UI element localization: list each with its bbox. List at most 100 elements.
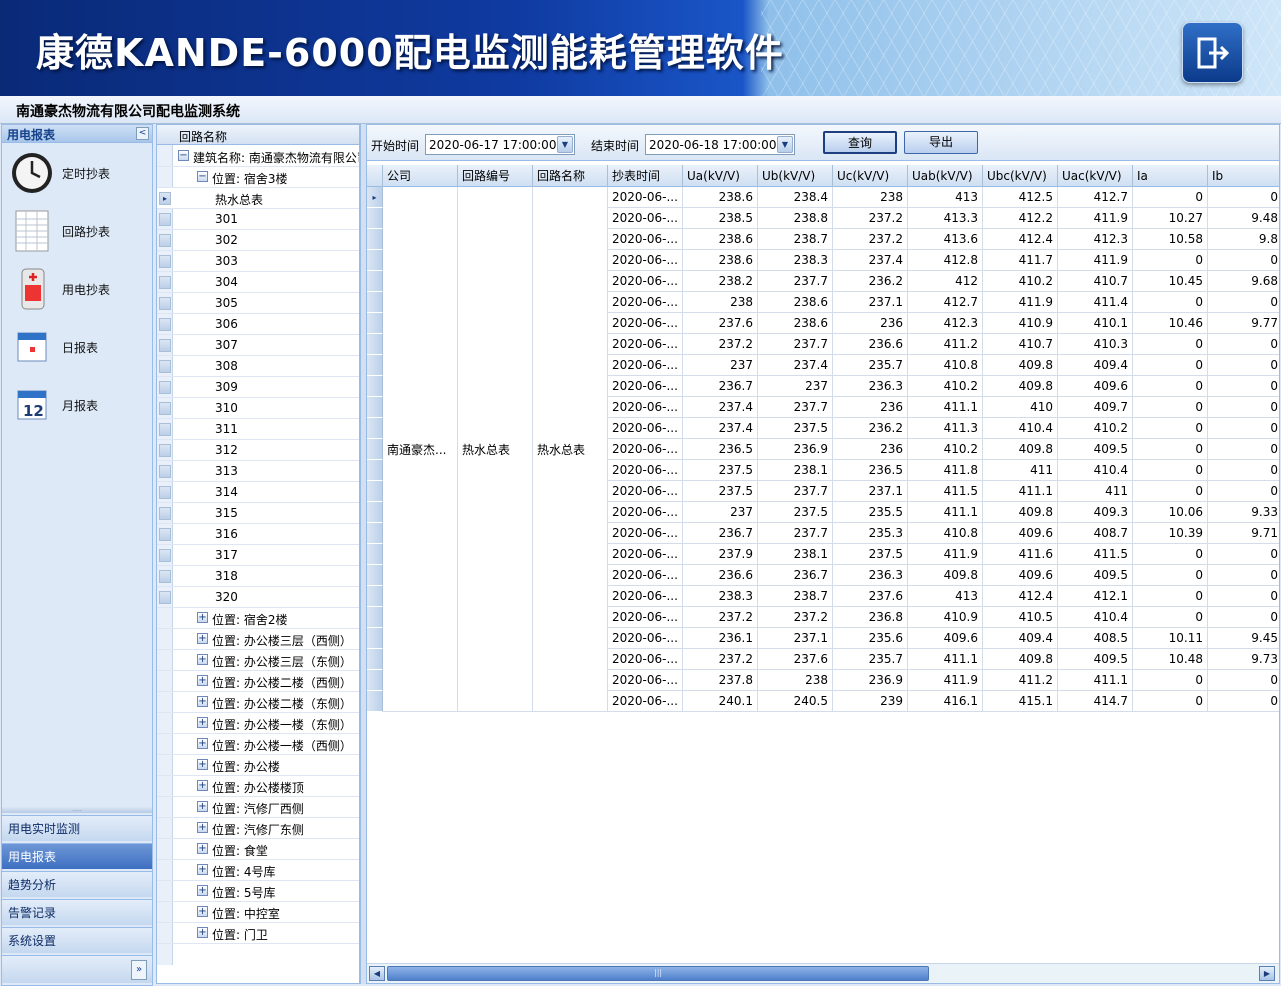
expand-icon[interactable]: + (197, 759, 208, 770)
column-header[interactable]: 回路编号 (458, 165, 533, 187)
table-row[interactable]: 2020-06-... 238.3 238.7 237.6 413 412.4 412.1 0… (608, 586, 1279, 607)
tree-node-location[interactable]: + 位置: 门卫 (157, 923, 359, 944)
expand-icon[interactable]: + (197, 633, 208, 644)
row-selector[interactable] (367, 355, 383, 376)
more-sections-button[interactable]: » (131, 960, 147, 980)
tree-node-circuit[interactable]: 302 (157, 230, 359, 251)
column-header[interactable]: Ub(kV/V) (758, 165, 833, 187)
table-row[interactable]: 2020-06-... 237.2 237.6 235.7 411.1 409.8 409.… (608, 649, 1279, 670)
row-selector[interactable] (367, 670, 383, 691)
row-selector[interactable] (367, 544, 383, 565)
export-button[interactable]: 导出 (904, 131, 978, 154)
table-row[interactable]: 2020-06-... 238.6 238.3 237.4 412.8 411.7 411.… (608, 250, 1279, 271)
row-selector[interactable] (367, 397, 383, 418)
scroll-right-icon[interactable]: ▶ (1259, 966, 1275, 981)
table-row[interactable]: 2020-06-... 237.5 238.1 236.5 411.8 411 410.4 0… (608, 460, 1279, 481)
tree-node-location[interactable]: + 位置: 中控室 (157, 902, 359, 923)
table-row[interactable]: 2020-06-... 237 237.4 235.7 410.8 409.8 409.4 0… (608, 355, 1279, 376)
row-selector[interactable] (367, 208, 383, 229)
nav-item-timed-reading[interactable]: 定时抄表 (8, 147, 148, 199)
expand-icon[interactable]: + (197, 654, 208, 665)
table-row[interactable]: 2020-06-... 236.7 237.7 235.3 410.8 409.6 408.… (608, 523, 1279, 544)
tree-node-circuit[interactable]: 309 (157, 377, 359, 398)
table-row[interactable]: 2020-06-... 236.1 237.1 235.6 409.6 409.4 408.… (608, 628, 1279, 649)
tree-node-circuit[interactable]: 315 (157, 503, 359, 524)
table-row[interactable]: 2020-06-... 236.5 236.9 236 410.2 409.8 409.5 0… (608, 439, 1279, 460)
tree-node-location[interactable]: + 位置: 办公楼楼顶 (157, 776, 359, 797)
row-selector[interactable] (367, 292, 383, 313)
tree-node-location[interactable]: + 位置: 4号库 (157, 860, 359, 881)
tree-node-circuit[interactable]: 305 (157, 293, 359, 314)
expand-icon[interactable]: + (197, 885, 208, 896)
row-selector[interactable] (367, 313, 383, 334)
tree-node-circuit[interactable]: 317 (157, 545, 359, 566)
start-time-picker[interactable]: 2020-06-17 17:00:00 ▼ (425, 134, 575, 155)
table-row[interactable]: 2020-06-... 237 237.5 235.5 411.1 409.8 409.3 1… (608, 502, 1279, 523)
table-row[interactable]: 2020-06-... 237.9 238.1 237.5 411.9 411.6 411.… (608, 544, 1279, 565)
tree-node-location[interactable]: + 位置: 办公楼一楼（西侧） (157, 734, 359, 755)
tree-node-circuit[interactable]: 320 (157, 587, 359, 608)
column-header[interactable]: Ib (1208, 165, 1279, 187)
nav-item-power-reading[interactable]: 用电抄表 (8, 263, 148, 315)
expand-icon[interactable]: + (197, 822, 208, 833)
tree-node-circuit[interactable]: 316 (157, 524, 359, 545)
expand-icon[interactable]: + (197, 717, 208, 728)
nav-splitter[interactable]: ..... (2, 807, 152, 813)
tree-node-circuit[interactable]: 306 (157, 314, 359, 335)
tree-node-location[interactable]: + 位置: 办公楼 (157, 755, 359, 776)
tree-node-location[interactable]: + 位置: 办公楼三层（东侧） (157, 650, 359, 671)
row-selector[interactable] (367, 523, 383, 544)
table-row[interactable]: 2020-06-... 236.6 236.7 236.3 409.8 409.6 409.… (608, 565, 1279, 586)
tree-node-location[interactable]: + 位置: 办公楼一楼（东侧） (157, 713, 359, 734)
tree-node-location[interactable]: + 位置: 宿舍2楼 (157, 608, 359, 629)
table-row[interactable]: 2020-06-... 240.1 240.5 239 416.1 415.1 414.7 0… (608, 691, 1279, 712)
nav-section-realtime[interactable]: 用电实时监测 (2, 815, 152, 841)
tree-node-circuit[interactable]: 301 (157, 209, 359, 230)
scroll-left-icon[interactable]: ◀ (369, 966, 385, 981)
row-selector[interactable] (367, 502, 383, 523)
column-header[interactable]: Ua(kV/V) (683, 165, 758, 187)
scrollbar-thumb[interactable]: ||| (387, 966, 929, 981)
chevron-down-icon[interactable]: ▼ (777, 136, 793, 153)
column-header[interactable]: 回路名称 (533, 165, 608, 187)
column-header[interactable]: Ubc(kV/V) (983, 165, 1058, 187)
chevron-down-icon[interactable]: ▼ (557, 136, 573, 153)
tree-node-location[interactable]: + 位置: 5号库 (157, 881, 359, 902)
tree-node-circuit[interactable]: 307 (157, 335, 359, 356)
row-selector[interactable] (367, 229, 383, 250)
table-row[interactable]: 2020-06-... 238 238.6 237.1 412.7 411.9 411.4 0… (608, 292, 1279, 313)
row-selector[interactable] (367, 334, 383, 355)
tree-node-location[interactable]: − 位置: 宿舍3楼 (157, 167, 359, 188)
tree-node-location[interactable]: + 位置: 办公楼三层（西侧） (157, 629, 359, 650)
row-selector[interactable] (367, 439, 383, 460)
tree-node-circuit[interactable]: 311 (157, 419, 359, 440)
tree-node-location[interactable]: + 位置: 食堂 (157, 839, 359, 860)
table-row[interactable]: 2020-06-... 237.8 238 236.9 411.9 411.2 411.1 0… (608, 670, 1279, 691)
tree-node-location[interactable]: + 位置: 办公楼二楼（东侧） (157, 692, 359, 713)
table-row[interactable]: 2020-06-... 238.5 238.8 237.2 413.3 412.2 411.… (608, 208, 1279, 229)
nav-section-trend[interactable]: 趋势分析 (2, 871, 152, 897)
table-row[interactable]: 2020-06-... 237.5 237.7 237.1 411.5 411.1 411 0… (608, 481, 1279, 502)
row-selector[interactable] (367, 607, 383, 628)
column-header[interactable]: Ia (1133, 165, 1208, 187)
column-header[interactable]: Uab(kV/V) (908, 165, 983, 187)
expand-icon[interactable]: + (197, 696, 208, 707)
row-selector[interactable] (367, 418, 383, 439)
column-header[interactable]: Uc(kV/V) (833, 165, 908, 187)
column-header[interactable]: Uac(kV/V) (1058, 165, 1133, 187)
query-button[interactable]: 查询 (823, 131, 897, 154)
row-selector[interactable] (367, 481, 383, 502)
tree-node-circuit[interactable]: 308 (157, 356, 359, 377)
tree-node-circuit[interactable]: 312 (157, 440, 359, 461)
table-row[interactable]: 2020-06-... 236.7 237 236.3 410.2 409.8 409.6 0… (608, 376, 1279, 397)
table-row[interactable]: 2020-06-... 238.6 238.4 238 413 412.5 412.7 0 0 (608, 187, 1279, 208)
expand-icon[interactable]: + (197, 780, 208, 791)
expand-icon[interactable]: + (197, 864, 208, 875)
expand-icon[interactable]: + (197, 675, 208, 686)
tree-node-location[interactable]: + 位置: 汽修厂西侧 (157, 797, 359, 818)
expand-icon[interactable]: + (197, 843, 208, 854)
column-header[interactable]: 公司 (383, 165, 458, 187)
row-selector[interactable] (367, 565, 383, 586)
logout-button[interactable] (1182, 22, 1243, 83)
nav-section-settings[interactable]: 系统设置 (2, 927, 152, 953)
